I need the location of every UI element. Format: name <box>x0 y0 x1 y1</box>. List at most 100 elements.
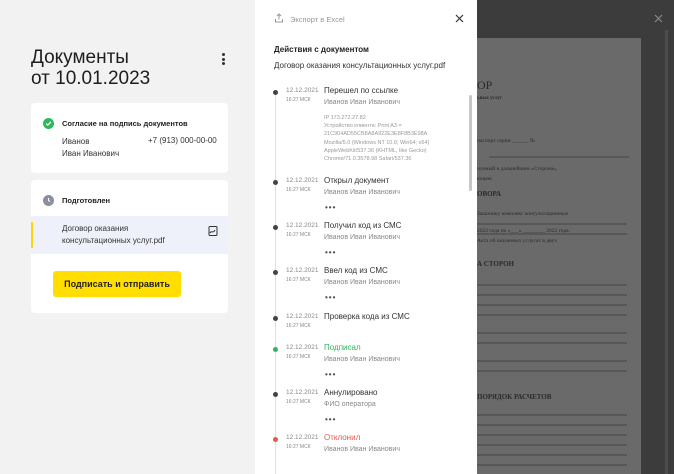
event-time: 16:27 МСК <box>286 444 311 450</box>
event-detail-line: Mozilla/5.0 (Windows NT 10.0; Win64; x64… <box>324 139 430 146</box>
panel-scrollbar[interactable] <box>469 95 472 191</box>
event-detail-line: Устройство клиента: Print A3 = <box>324 123 402 130</box>
event-actor: Иванов Иван Иванович <box>324 234 400 241</box>
doc-rule <box>477 223 627 225</box>
event-actor: Иванов Иван Иванович <box>324 189 400 196</box>
doc-rule <box>489 156 629 158</box>
more-details-button[interactable]: ••• <box>325 415 336 424</box>
section-title: Действия с документом <box>274 45 369 54</box>
export-icon <box>274 10 284 28</box>
doc-rule <box>477 304 627 306</box>
file-name: Договор оказания консультационных услуг.… <box>62 224 165 245</box>
document-actions-panel: Экспорт в Excel Действия с документом До… <box>255 0 477 474</box>
more-details-button[interactable]: ••• <box>325 293 336 302</box>
document-preview: ОР ьных услуг паспорт серии ______ № нуе… <box>477 0 674 474</box>
file-row[interactable]: Договор оказания консультационных услуг.… <box>31 216 228 254</box>
document-name: Договор оказания консультационных услуг.… <box>274 61 446 70</box>
event-name: Аннулировано <box>324 388 378 397</box>
doc-line: нуемый в дальнейшем «Сторона», <box>477 166 558 172</box>
export-excel-button[interactable]: Экспорт в Excel <box>274 10 345 28</box>
timeline-dot <box>273 180 278 185</box>
prepared-card: Подготовлен Договор оказания консультаци… <box>31 180 228 313</box>
doc-rule <box>477 424 627 426</box>
event-name: Проверка кода из СМС <box>324 312 410 321</box>
sign-and-send-button[interactable]: Подписать и отправить <box>53 271 181 297</box>
signer-first-name: Иван Иванович <box>62 149 120 158</box>
event-actor: ФИО оператора <box>324 401 376 408</box>
event-detail-line: 21C904AD55CB8A8A922E3E8F8B3E98A <box>324 131 428 138</box>
more-options-icon[interactable] <box>220 53 226 65</box>
documents-panel: Документы от 10.01.2023 Согласие на подп… <box>0 0 255 474</box>
more-details-button[interactable]: ••• <box>325 203 336 212</box>
doc-rule <box>477 294 627 296</box>
timeline-dot <box>273 316 278 321</box>
page-title-line1: Документы <box>31 47 129 68</box>
doc-section-heading: ПОРЯДОК РАСЧЕТОВ <box>477 393 552 401</box>
clock-icon <box>43 195 54 206</box>
event-name: Отклонил <box>324 433 361 442</box>
doc-subheading: ьных услуг <box>477 96 503 101</box>
event-name: Подписал <box>324 343 361 352</box>
doc-line: 2022 года по «___» ________ 2022 года. <box>477 228 570 234</box>
doc-rule <box>477 332 627 334</box>
event-date: 12.12.2021 <box>286 434 319 441</box>
event-time: 16:27 МСК <box>286 97 311 103</box>
check-circle-icon <box>43 118 54 129</box>
event-date: 12.12.2021 <box>286 267 319 274</box>
event-detail-line: IP 173.272.27.82 <box>324 115 366 121</box>
event-date: 12.12.2021 <box>286 344 319 351</box>
event-actor: Иванов Иван Иванович <box>324 356 400 363</box>
document-page: ОР ьных услуг паспорт серии ______ № нуе… <box>477 38 641 474</box>
doc-rule <box>477 414 627 416</box>
doc-rule <box>477 464 627 466</box>
signer-last-name: Иванов <box>62 137 90 146</box>
doc-section-heading: ОВОРА <box>477 190 501 198</box>
doc-line: Акта об оказанных услугах в двух <box>477 238 558 244</box>
file-row-accent <box>31 222 33 248</box>
close-icon[interactable] <box>455 10 464 28</box>
event-actor: Иванов Иван Иванович <box>324 279 400 286</box>
doc-heading: ОР <box>477 78 493 92</box>
close-preview-icon[interactable] <box>654 10 663 28</box>
event-time: 16:27 МСК <box>286 323 311 329</box>
timeline-dot <box>273 90 278 95</box>
doc-rule <box>477 434 627 436</box>
doc-line: Заказчику комплекс консультационных <box>477 211 569 217</box>
event-date: 12.12.2021 <box>286 389 319 396</box>
event-time: 16:27 МСК <box>286 187 311 193</box>
timeline-dot <box>273 437 278 442</box>
doc-rule <box>477 370 627 372</box>
signer-phone: +7 (913) 000-00-00 <box>148 136 217 145</box>
agreement-card-title: Согласие на подпись документов <box>62 119 188 128</box>
event-date: 12.12.2021 <box>286 87 319 94</box>
preview-scrollbar[interactable] <box>665 30 668 474</box>
event-details: IP 173.272.27.82 Устройство клиента: Prin… <box>324 114 444 163</box>
event-date: 12.12.2021 <box>286 313 319 320</box>
more-details-button[interactable]: ••• <box>325 370 336 379</box>
timeline-dot <box>273 392 278 397</box>
export-label: Экспорт в Excel <box>290 14 345 24</box>
page-title-line2: от 10.01.2023 <box>31 68 151 89</box>
event-actor: Иванов Иван Иванович <box>324 446 400 453</box>
event-actor: Иванов Иван Иванович <box>324 99 400 106</box>
more-details-button[interactable]: ••• <box>325 248 336 257</box>
event-detail-line: AppleWebKit/537.36 (KHTML, like Gecko) <box>324 147 427 154</box>
doc-rule <box>477 444 627 446</box>
signer-name: Иванов Иван Иванович <box>62 136 119 160</box>
agreement-card: Согласие на подпись документов Иванов Ив… <box>31 103 228 173</box>
doc-line: ющем: <box>477 176 493 182</box>
timeline-dot <box>273 347 278 352</box>
doc-line: паспорт серии ______ № <box>477 138 536 144</box>
event-date: 12.12.2021 <box>286 222 319 229</box>
signature-file-icon[interactable] <box>207 224 219 242</box>
doc-rule <box>477 342 627 344</box>
page-title: Документы от 10.01.2023 <box>31 47 150 89</box>
event-detail-line: Chrome/71.0.3578.98 Safari/537.36 <box>324 156 412 163</box>
event-time: 16:27 МСК <box>286 354 311 360</box>
event-date: 12.12.2021 <box>286 177 319 184</box>
timeline-dot <box>273 225 278 230</box>
doc-rule <box>477 360 627 362</box>
event-name: Получил код из СМС <box>324 221 402 230</box>
timeline-dot <box>273 270 278 275</box>
event-name: Перешел по ссылке <box>324 86 399 95</box>
